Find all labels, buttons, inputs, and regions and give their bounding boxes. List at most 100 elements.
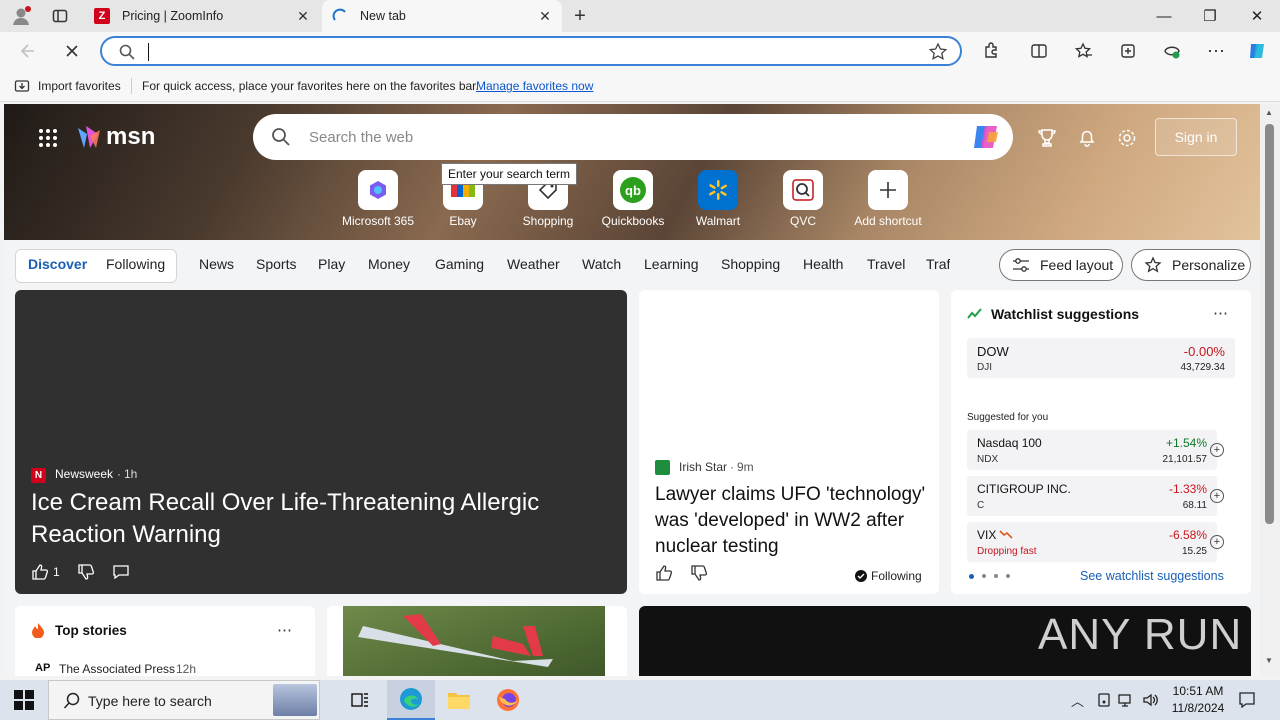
tab-zoominfo[interactable]: Z Pricing | ZoomInfo ✕	[84, 0, 320, 32]
edge-taskbar-icon[interactable]	[387, 680, 435, 720]
nav-shopping[interactable]: Shopping	[721, 256, 780, 272]
tab-discover[interactable]: Discover	[28, 256, 87, 272]
nav-travel[interactable]: Travel	[867, 256, 905, 272]
following-button[interactable]: Following	[871, 569, 922, 583]
browser-essentials-icon[interactable]	[1160, 39, 1184, 63]
watchlist-item-vix[interactable]: VIX Dropping fast -6.58% 15.25	[967, 522, 1217, 562]
copilot-icon[interactable]	[971, 122, 1003, 152]
new-tab-button[interactable]: +	[570, 6, 590, 26]
scroll-up-icon[interactable]: ▲	[1265, 108, 1273, 117]
nav-watch[interactable]: Watch	[582, 256, 621, 272]
add-to-watchlist-icon[interactable]: +	[1210, 489, 1224, 503]
notifications-bell-icon[interactable]	[1077, 128, 1097, 148]
page-scrollbar[interactable]: ▲ ▼	[1260, 104, 1280, 676]
collections-icon[interactable]	[1116, 39, 1140, 63]
import-favorites-button[interactable]: Import favorites	[38, 79, 121, 93]
profile-icon[interactable]	[10, 5, 32, 27]
image-news-card[interactable]	[327, 606, 627, 676]
article-title[interactable]: Lawyer claims UFO 'technology' was 'deve…	[655, 482, 927, 560]
more-menu-icon[interactable]: ⋯	[1204, 39, 1228, 63]
network-icon[interactable]	[1118, 692, 1134, 708]
file-explorer-icon[interactable]	[447, 689, 471, 711]
nav-money[interactable]: Money	[368, 256, 410, 272]
nav-gaming[interactable]: Gaming	[435, 256, 484, 272]
minimize-button[interactable]: —	[1141, 0, 1187, 32]
add-to-watchlist-icon[interactable]: +	[1210, 535, 1224, 549]
watchlist-item-dow[interactable]: DOW DJI -0.00% 43,729.34	[967, 338, 1235, 378]
notification-center-icon[interactable]	[1238, 691, 1256, 709]
personalize-button[interactable]: Personalize	[1131, 249, 1251, 281]
carousel-dot[interactable]	[1006, 574, 1010, 578]
scroll-down-icon[interactable]: ▼	[1265, 656, 1273, 665]
news-card[interactable]: Irish Star · 9m Lawyer claims UFO 'techn…	[639, 290, 939, 594]
nav-weather[interactable]: Weather	[507, 256, 560, 272]
shortcut-add[interactable]: Add shortcut	[848, 170, 928, 228]
carousel-dot[interactable]	[982, 574, 986, 578]
apps-grid-icon[interactable]	[38, 128, 58, 148]
favorites-icon[interactable]	[1072, 39, 1096, 63]
msn-search-box[interactable]: Search the web	[253, 114, 1013, 160]
shortcut-microsoft-365[interactable]: Microsoft 365	[338, 170, 418, 228]
clock-time[interactable]: 10:51 AM	[1170, 684, 1226, 698]
taskbar-search-box[interactable]: Type here to search	[48, 680, 320, 720]
sign-in-button[interactable]: Sign in	[1155, 118, 1237, 156]
nav-sports[interactable]: Sports	[256, 256, 296, 272]
comment-icon[interactable]	[112, 563, 130, 581]
nav-news[interactable]: News	[199, 256, 234, 272]
msn-search-input[interactable]: Search the web	[309, 129, 413, 146]
manage-favorites-link[interactable]: Manage favorites now	[476, 79, 593, 93]
tab-actions-icon[interactable]	[52, 8, 68, 24]
nav-traffic[interactable]: Traf	[926, 256, 950, 272]
watchlist-item-nasdaq[interactable]: Nasdaq 100 NDX +1.54% 21,101.57	[967, 430, 1217, 470]
tab-following[interactable]: Following	[106, 256, 165, 272]
dislike-icon[interactable]	[690, 564, 708, 582]
firefox-icon[interactable]	[496, 688, 520, 712]
taskbar-search-input[interactable]: Type here to search	[88, 693, 212, 709]
dislike-icon[interactable]	[77, 563, 95, 581]
close-tab-icon[interactable]: ✕	[538, 9, 552, 23]
stock-name: Nasdaq 100	[977, 436, 1042, 450]
nav-play[interactable]: Play	[318, 256, 345, 272]
settings-gear-icon[interactable]	[1117, 128, 1137, 148]
show-hidden-icons-icon[interactable]: ︿	[1071, 691, 1084, 710]
like-icon[interactable]	[655, 564, 673, 582]
nav-health[interactable]: Health	[803, 256, 843, 272]
article-title[interactable]: Ice Cream Recall Over Life-Threatening A…	[31, 487, 591, 551]
scroll-thumb[interactable]	[1265, 124, 1274, 524]
carousel-dots[interactable]	[969, 574, 1010, 579]
close-tab-icon[interactable]: ✕	[296, 9, 310, 23]
carousel-dot[interactable]	[994, 574, 998, 578]
import-favorites-icon[interactable]	[14, 78, 30, 94]
more-options-icon[interactable]: ⋯	[1213, 304, 1228, 322]
more-options-icon[interactable]: ⋯	[277, 621, 292, 639]
copilot-icon[interactable]	[1245, 39, 1269, 63]
add-to-watchlist-icon[interactable]: +	[1210, 443, 1224, 457]
msn-logo[interactable]: msn	[74, 122, 155, 152]
tab-new-tab[interactable]: New tab ✕	[322, 0, 562, 32]
shortcut-walmart[interactable]: Walmart	[678, 170, 758, 228]
shortcut-qvc[interactable]: QVC	[763, 170, 843, 228]
clock-date[interactable]: 11/8/2024	[1166, 701, 1230, 715]
see-watchlist-link[interactable]: See watchlist suggestions	[1080, 569, 1224, 583]
close-window-button[interactable]: ✕	[1234, 0, 1280, 32]
shortcut-quickbooks[interactable]: qb Quickbooks	[593, 170, 673, 228]
volume-icon[interactable]	[1142, 692, 1160, 708]
carousel-dot[interactable]	[969, 574, 974, 579]
watchlist-item-citigroup[interactable]: CITIGROUP INC. C -1.33% 68.11	[967, 476, 1217, 516]
rewards-trophy-icon[interactable]	[1037, 128, 1057, 148]
nav-learning[interactable]: Learning	[644, 256, 699, 272]
hero-news-card[interactable]: N Newsweek · 1h Ice Cream Recall Over Li…	[15, 290, 627, 594]
device-icon[interactable]	[1096, 692, 1112, 708]
like-icon[interactable]	[31, 563, 49, 581]
stop-loading-icon[interactable]	[60, 39, 84, 63]
back-icon[interactable]	[16, 39, 40, 63]
split-screen-icon[interactable]	[1027, 39, 1051, 63]
address-input[interactable]	[148, 43, 908, 61]
extensions-icon[interactable]	[979, 39, 1003, 63]
task-view-icon[interactable]	[350, 690, 370, 710]
restore-button[interactable]: ❐	[1187, 0, 1233, 32]
feed-layout-button[interactable]: Feed layout	[999, 249, 1123, 281]
address-bar[interactable]	[100, 36, 962, 66]
start-windows-icon[interactable]	[14, 690, 34, 710]
favorite-star-icon[interactable]	[928, 42, 948, 62]
